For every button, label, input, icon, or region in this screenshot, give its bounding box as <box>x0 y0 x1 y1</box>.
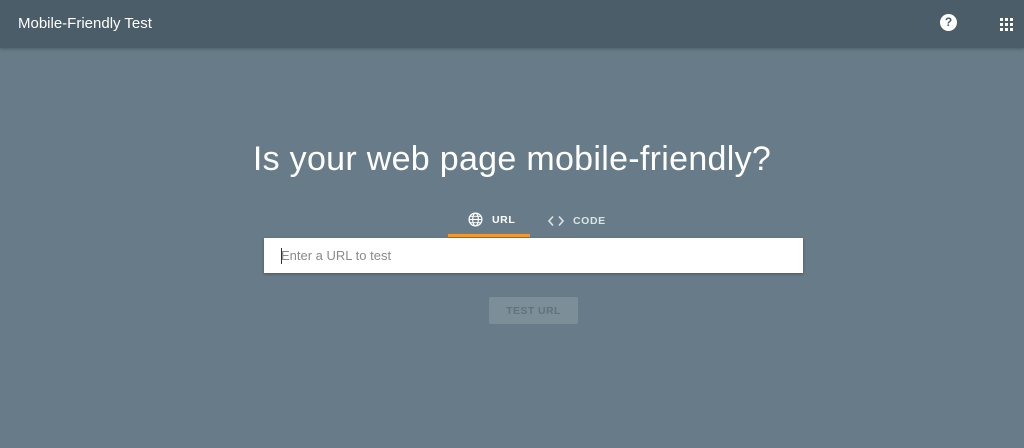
code-brackets-icon <box>548 215 564 227</box>
tab-code[interactable]: CODE <box>548 205 628 237</box>
url-input[interactable] <box>264 238 803 273</box>
apps-grid-icon[interactable] <box>1000 18 1013 31</box>
tab-url[interactable]: URL <box>448 205 530 237</box>
app-title: Mobile-Friendly Test <box>18 15 152 32</box>
globe-icon <box>468 212 483 227</box>
tab-url-label: URL <box>492 213 516 226</box>
text-cursor <box>281 248 282 264</box>
test-url-button[interactable]: TEST URL <box>489 297 578 324</box>
tab-code-label: CODE <box>573 215 606 227</box>
page-headline: Is your web page mobile-friendly? <box>252 140 772 178</box>
help-icon[interactable]: ? <box>940 14 957 31</box>
app-header: Mobile-Friendly Test ? <box>0 0 1024 48</box>
